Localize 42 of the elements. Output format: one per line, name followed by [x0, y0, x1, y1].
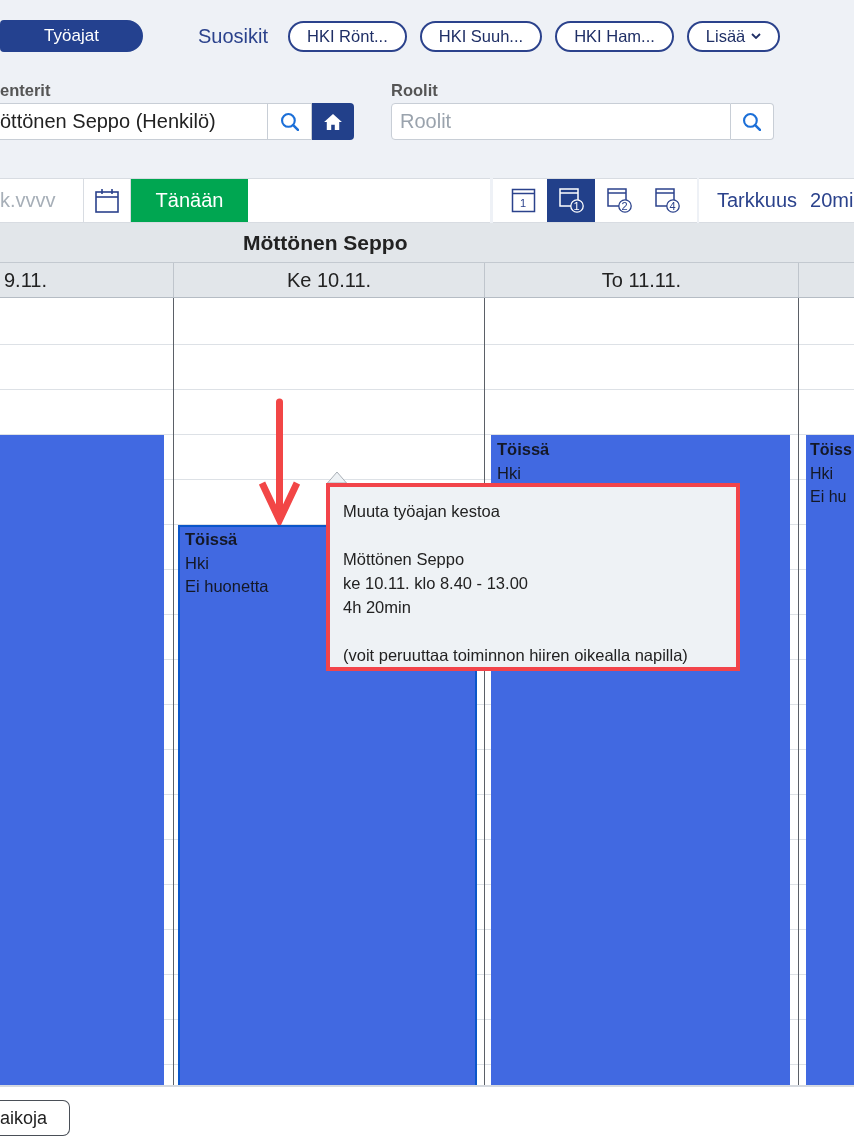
event-location: Hki [810, 463, 834, 484]
favorites-label: Suosikit [198, 24, 269, 48]
calendar-icon [606, 188, 632, 213]
home-button[interactable] [312, 103, 354, 140]
calendar-icon [510, 188, 536, 213]
more-button[interactable]: Lisää [686, 20, 781, 52]
date-field[interactable]: k.vvvv [0, 179, 84, 222]
event-location: Hki [185, 552, 209, 574]
event-title: Töissä [185, 529, 238, 550]
event-room: Ei hu [810, 487, 847, 507]
search-button[interactable] [731, 103, 774, 140]
favorite-button[interactable]: HKI Ham... [555, 20, 674, 52]
event-location: Hki [497, 462, 521, 484]
home-icon [324, 113, 342, 130]
calendar-icon [654, 188, 680, 213]
footer-button[interactable]: aikoja [0, 1100, 70, 1136]
event-room: Ei huonetta [185, 576, 269, 597]
search-icon [280, 112, 299, 131]
tooltip-text: 4h 20min [343, 597, 411, 618]
calendar-icon [558, 188, 584, 213]
field-label: enterit [0, 80, 51, 100]
tooltip-text: Möttönen Seppo [343, 549, 465, 570]
favorite-button[interactable]: HKI Rönt... [288, 20, 407, 52]
search-icon [743, 112, 761, 131]
field-label: Roolit [391, 80, 438, 100]
favorite-button[interactable]: HKI Suuh... [419, 20, 543, 52]
search-button[interactable] [268, 103, 312, 140]
event-title: Töiss [810, 440, 852, 460]
calendar-icon [95, 188, 119, 213]
calendar-field[interactable]: öttönen Seppo (Henkilö) [0, 103, 268, 140]
nav-tab[interactable]: Työajat [0, 20, 143, 52]
precision-value[interactable]: 20mi [810, 189, 854, 212]
roles-field[interactable]: Roolit [391, 103, 731, 140]
day-header: Ke 10.11. [173, 263, 484, 297]
chevron-down-icon [751, 33, 762, 39]
view-button[interactable]: 1 [547, 179, 595, 222]
day-header: To 11.11. [484, 263, 798, 297]
precision-label: Tarkkuus [717, 189, 798, 212]
day-header: 9.11. [3, 268, 48, 293]
shift-event[interactable]: Töiss Hki Ei hu [806, 435, 854, 1085]
event-title: Töissä [497, 439, 550, 460]
person-header: Möttönen Seppo [0, 223, 854, 262]
